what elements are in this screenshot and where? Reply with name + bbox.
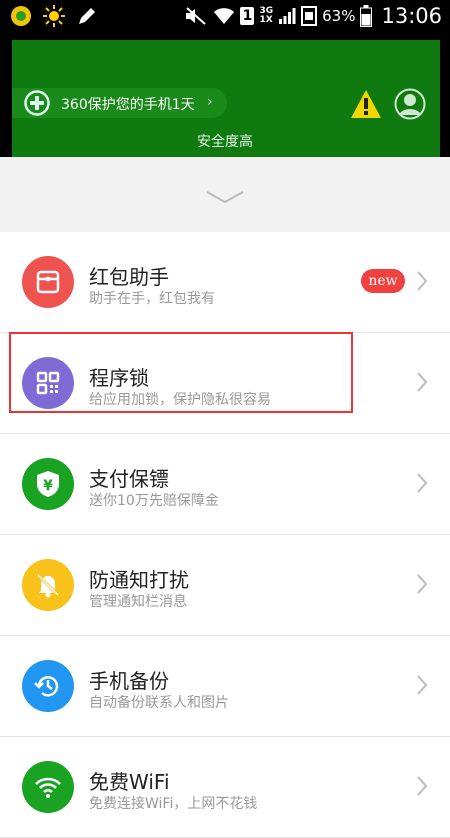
- mute-icon: [186, 7, 207, 25]
- sim-indicator: 1: [240, 7, 255, 25]
- item-title: 防通知打扰: [89, 568, 189, 592]
- warning-icon[interactable]: [350, 89, 382, 119]
- chevron-right-icon: [417, 776, 428, 796]
- list-item-notification-block[interactable]: 防通知打扰 管理通知栏消息: [0, 535, 450, 636]
- app-lock-icon: [22, 357, 74, 409]
- payment-shield-icon: ¥: [22, 458, 74, 510]
- wifi-icon: [214, 8, 235, 24]
- backup-clock-icon: [22, 660, 74, 712]
- list-item-payment-guard[interactable]: ¥ 支付保镖 送你10万先赔保障金: [0, 434, 450, 535]
- item-title: 手机备份: [89, 669, 169, 693]
- chevron-right-icon: [417, 473, 428, 493]
- clock: 13:06: [381, 4, 442, 28]
- chevron-right-icon: [417, 372, 428, 392]
- list-item-red-packet[interactable]: 红包助手 助手在手，红包我有 new: [0, 232, 450, 333]
- plus-shield-icon: [24, 90, 50, 116]
- signal-icon: [279, 8, 296, 24]
- red-packet-icon: [22, 256, 74, 308]
- item-subtitle: 自动备份联系人和图片: [89, 695, 229, 711]
- sim-card-icon: [301, 6, 318, 26]
- status-bar: 1 3G 1X 63% 13:06: [0, 0, 450, 32]
- chevron-down-icon[interactable]: [205, 189, 245, 205]
- chevron-right-icon: [417, 574, 428, 594]
- chevron-right-icon: [417, 675, 428, 695]
- new-badge: new: [361, 269, 405, 293]
- list-item-free-wifi[interactable]: 免费WiFi 免费连接WiFi，上网不花钱: [0, 737, 450, 838]
- notification-bell-icon: [22, 559, 74, 611]
- item-subtitle: 给应用加锁，保护隐私很容易: [89, 392, 271, 408]
- network-1x: 1X: [259, 15, 273, 25]
- battery-percent: 63%: [322, 7, 356, 25]
- network-type: 3G 1X: [259, 7, 273, 25]
- wifi-icon: [22, 761, 74, 813]
- list-item-app-lock[interactable]: 程序锁 给应用加锁，保护隐私很容易: [0, 333, 450, 434]
- svg-text:¥: ¥: [43, 478, 53, 494]
- item-subtitle: 助手在手，红包我有: [89, 291, 215, 307]
- item-subtitle: 送你10万先赔保障金: [89, 493, 219, 509]
- chevron-right-icon: [417, 271, 428, 291]
- protect-days-text[interactable]: 360保护您的手机1天: [61, 94, 195, 114]
- edit-icon: [79, 8, 95, 24]
- brightness-icon: [43, 5, 65, 27]
- item-subtitle: 管理通知栏消息: [89, 594, 187, 610]
- item-title: 红包助手: [89, 265, 169, 289]
- safety-status: 安全度高: [197, 134, 253, 150]
- item-title: 支付保镖: [89, 467, 169, 491]
- battery-icon: [360, 5, 373, 27]
- user-avatar-icon[interactable]: [394, 88, 426, 120]
- item-title: 免费WiFi: [89, 770, 170, 794]
- item-title: 程序锁: [89, 366, 149, 390]
- app-notification-icon: [11, 6, 31, 26]
- feature-list: 红包助手 助手在手，红包我有 new 程序锁 给应用加锁，保护隐私很容易 ¥ 支…: [0, 232, 450, 838]
- item-subtitle: 免费连接WiFi，上网不花钱: [89, 796, 258, 812]
- list-item-backup[interactable]: 手机备份 自动备份联系人和图片: [0, 636, 450, 737]
- chevron-right-icon: ›: [207, 94, 213, 110]
